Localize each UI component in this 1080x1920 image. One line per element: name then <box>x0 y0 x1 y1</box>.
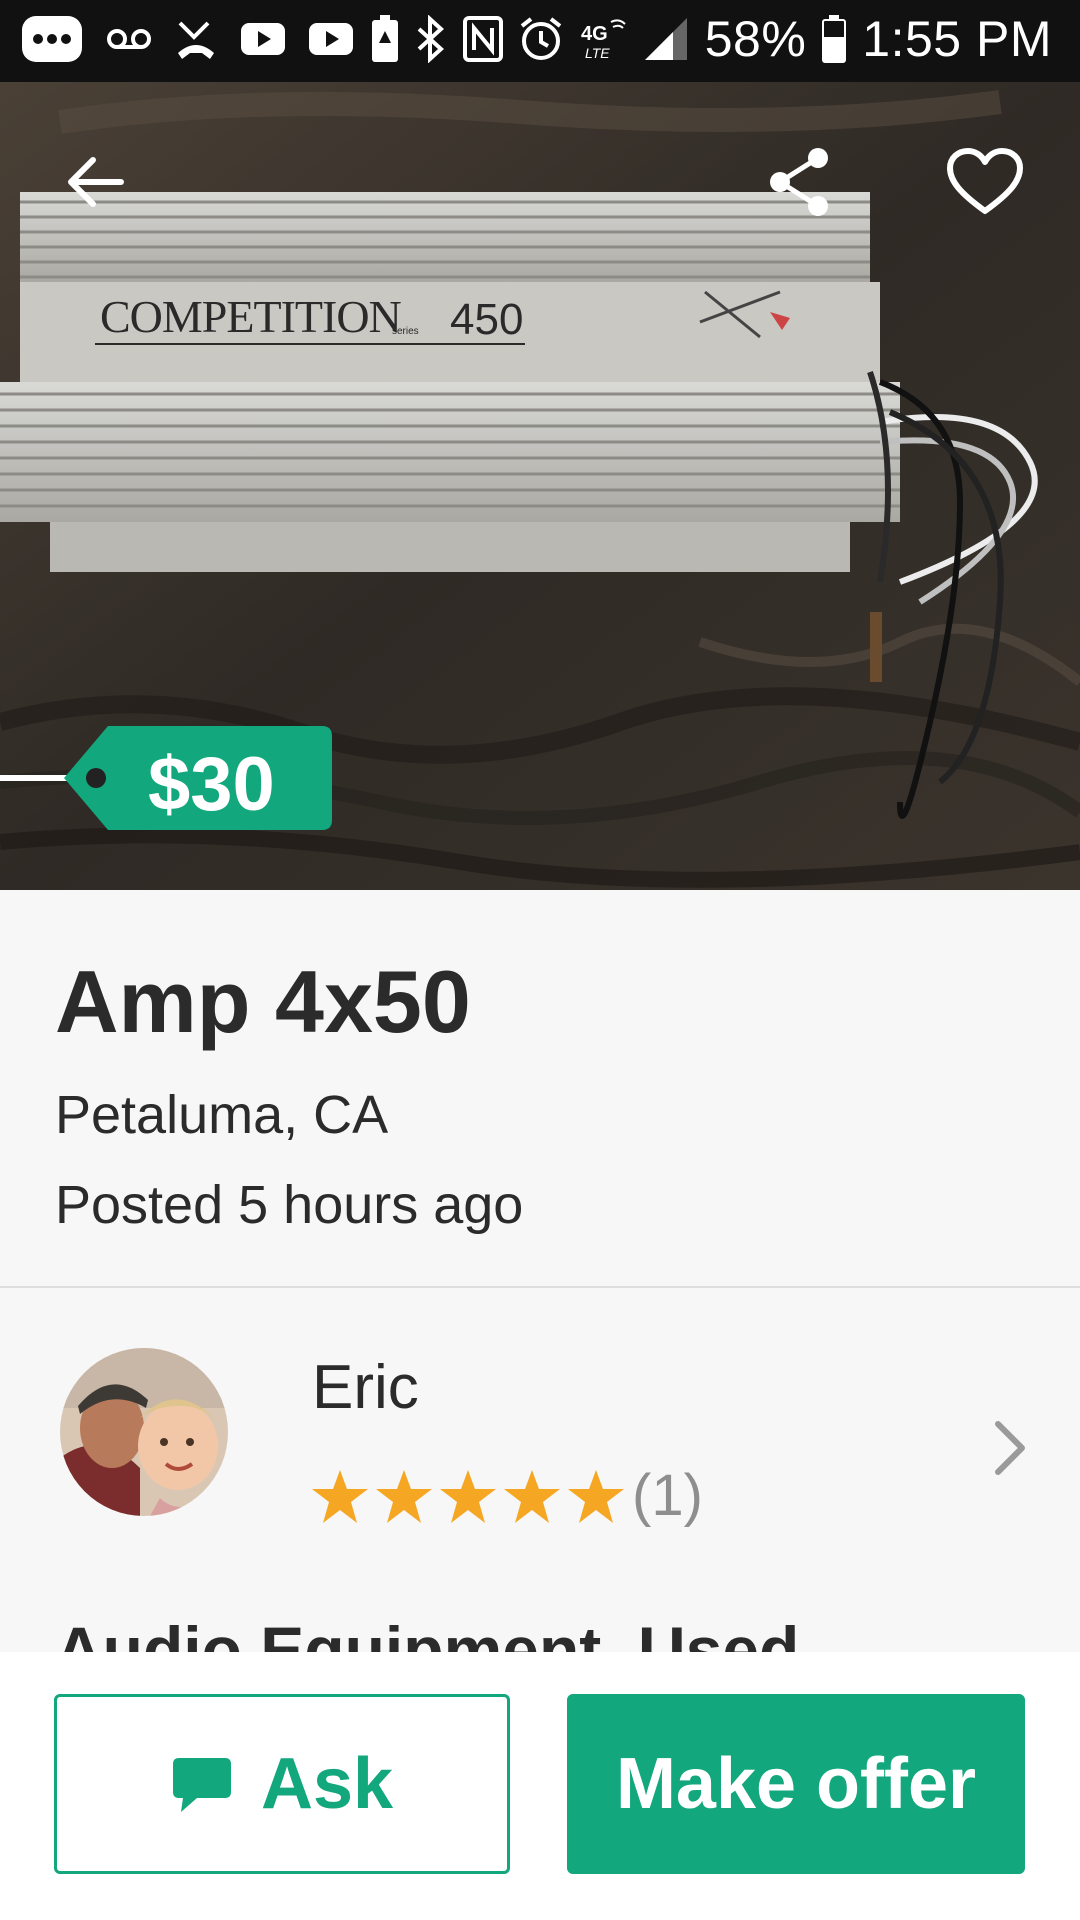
network-icon: 4G LTE <box>579 16 627 62</box>
ask-button[interactable]: Ask <box>54 1694 510 1874</box>
price-label: $30 <box>148 742 275 827</box>
status-bar: 4G LTE 58% 1:55 PM <box>0 0 1080 82</box>
chevron-right-icon[interactable] <box>990 1418 1030 1478</box>
listing-info: Amp 4x50 Petaluma, CA Posted 5 hours ago <box>0 890 1080 1288</box>
battery-saver-icon <box>371 15 399 63</box>
battery-percent: 58% <box>704 11 807 67</box>
share-icon <box>770 148 828 216</box>
listing-location: Petaluma, CA <box>55 1085 389 1145</box>
nfc-icon <box>462 16 503 62</box>
star-icon <box>568 1470 624 1523</box>
voicemail-icon <box>106 24 152 54</box>
clock: 1:55 PM <box>862 11 1052 67</box>
svg-text:4G: 4G <box>581 23 608 45</box>
youtube-icon <box>240 22 286 56</box>
listing-title: Amp 4x50 <box>55 952 471 1051</box>
ask-button-label: Ask <box>260 1744 394 1824</box>
battery-icon <box>822 15 847 63</box>
star-icon <box>440 1470 496 1523</box>
heart-outline-icon <box>947 148 1023 214</box>
seller-avatar[interactable] <box>60 1348 228 1516</box>
signal-icon <box>643 16 689 62</box>
listing-photo[interactable]: COMPETITION series 450 $30 <box>0 82 1080 890</box>
listing-screen: 4G LTE 58% 1:55 PM COMPETITION series 45… <box>0 0 1080 1920</box>
seller-rating-stars <box>310 1468 626 1526</box>
make-offer-button-label: Make offer <box>615 1744 977 1824</box>
chat-bubble-icon <box>172 1758 231 1812</box>
seller-rating-count: (1) <box>632 1463 703 1528</box>
bluetooth-icon <box>415 15 447 63</box>
arrow-left-icon <box>68 157 124 207</box>
alarm-icon <box>519 16 563 62</box>
svg-text:LTE: LTE <box>585 45 610 61</box>
favorite-button[interactable] <box>945 137 1025 227</box>
share-button[interactable] <box>760 137 840 227</box>
make-offer-button[interactable]: Make offer <box>567 1694 1025 1874</box>
amp-brand-text: COMPETITION <box>100 291 402 342</box>
amp-model-text: 450 <box>450 295 523 344</box>
missed-call-icon <box>174 17 218 61</box>
listing-posted-time: Posted 5 hours ago <box>55 1175 524 1235</box>
amp-series-text: series <box>392 326 419 337</box>
back-button[interactable] <box>55 142 135 222</box>
youtube-icon <box>308 22 354 56</box>
star-icon <box>376 1470 432 1523</box>
star-icon <box>312 1470 368 1523</box>
star-icon <box>504 1470 560 1523</box>
seller-row[interactable]: Eric (1) Audio Equipment, Used <box>0 1288 1080 1687</box>
bottom-action-bar: Ask Make offer <box>0 1652 1080 1920</box>
seller-name: Eric <box>312 1353 419 1422</box>
more-icon <box>20 14 84 64</box>
